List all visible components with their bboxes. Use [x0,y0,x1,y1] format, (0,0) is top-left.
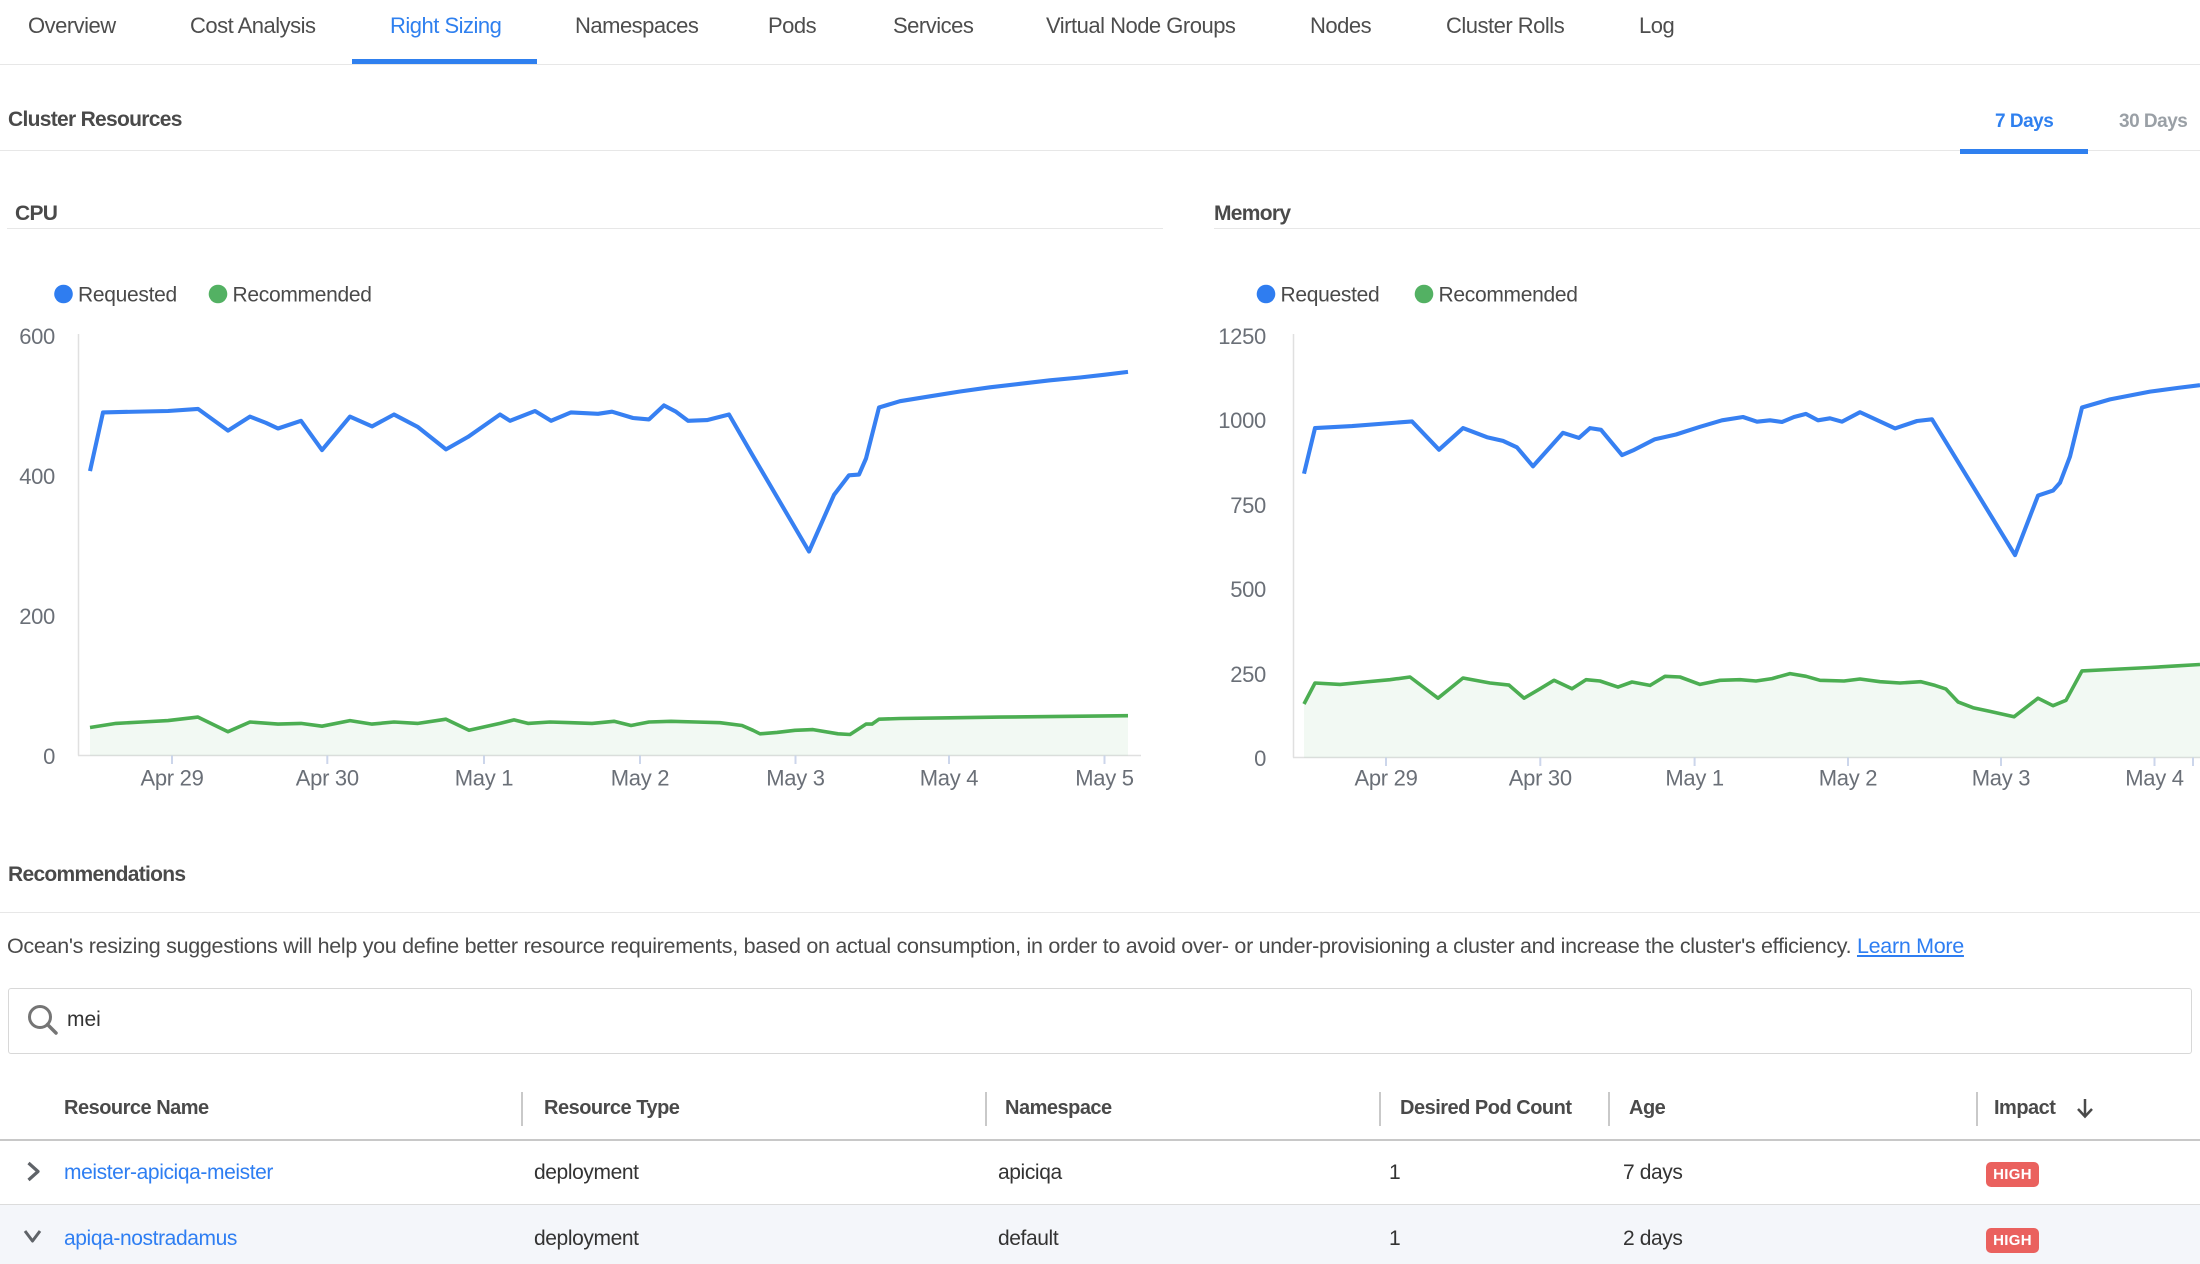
svg-text:Apr 30: Apr 30 [296,766,359,791]
svg-text:Apr 30: Apr 30 [1509,766,1572,791]
svg-text:0: 0 [1254,746,1266,771]
svg-text:0: 0 [43,744,55,769]
svg-text:1250: 1250 [1218,324,1266,349]
svg-text:May 3: May 3 [1972,766,2030,791]
svg-text:May 4: May 4 [2125,766,2183,791]
svg-text:May 2: May 2 [611,766,669,791]
svg-text:600: 600 [19,324,55,349]
svg-text:1000: 1000 [1218,408,1266,433]
svg-text:Recommended: Recommended [1439,284,1578,307]
svg-text:200: 200 [19,604,55,629]
svg-text:750: 750 [1230,493,1266,518]
svg-text:Apr 29: Apr 29 [1354,766,1417,791]
svg-text:Apr 29: Apr 29 [140,766,203,791]
svg-text:May 2: May 2 [1819,766,1877,791]
svg-text:May 4: May 4 [920,766,978,791]
svg-text:Requested: Requested [78,284,177,307]
svg-text:May 1: May 1 [455,766,513,791]
svg-text:500: 500 [1230,577,1266,602]
svg-text:Requested: Requested [1281,284,1380,307]
svg-text:Recommended: Recommended [233,284,372,307]
svg-text:May 5: May 5 [1075,766,1133,791]
svg-text:400: 400 [19,464,55,489]
svg-text:May 1: May 1 [1665,766,1723,791]
svg-text:May 3: May 3 [766,766,824,791]
svg-text:250: 250 [1230,662,1266,687]
